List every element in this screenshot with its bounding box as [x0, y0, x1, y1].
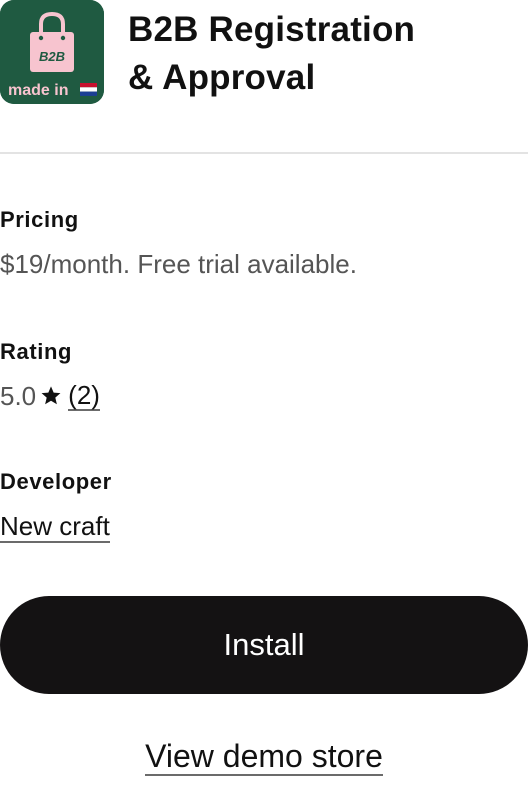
app-icon: B2B made in — [0, 0, 104, 104]
svg-text:made in: made in — [8, 82, 68, 99]
pricing-label: Pricing — [0, 207, 79, 232]
rating-score: 5.0 — [0, 381, 37, 411]
app-title: B2B Registration & Approval — [128, 6, 518, 102]
developer-label: Developer — [0, 469, 112, 494]
view-demo-store-link[interactable]: View demo store — [145, 738, 383, 776]
app-title-line-1: B2B Registration — [128, 10, 416, 49]
pricing-section: Pricing $19/month. Free trial available. — [0, 206, 528, 280]
dutch-flag-icon — [80, 83, 97, 96]
developer-section: Developer New craft — [0, 468, 528, 543]
header-divider — [0, 152, 528, 154]
reviews-link[interactable]: (2) — [68, 381, 100, 411]
app-title-line-2: & Approval — [128, 58, 316, 97]
app-listing-page: B2B made in B2B Registration & Approval … — [0, 0, 528, 806]
rating-section: Rating 5.0 (2) — [0, 338, 528, 412]
rating-value: 5.0 (2) — [0, 380, 528, 412]
install-button[interactable]: Install — [0, 596, 528, 694]
developer-link[interactable]: New craft — [0, 511, 110, 543]
rating-label: Rating — [0, 339, 73, 364]
shopping-bag-icon: B2B made in — [0, 0, 104, 104]
developer-value: New craft — [0, 510, 528, 543]
app-header: B2B made in B2B Registration & Approval — [0, 0, 528, 152]
demo-store-container: View demo store — [0, 736, 528, 776]
star-icon — [41, 386, 61, 405]
svg-text:B2B: B2B — [39, 49, 65, 64]
pricing-value: $19/month. Free trial available. — [0, 249, 357, 279]
